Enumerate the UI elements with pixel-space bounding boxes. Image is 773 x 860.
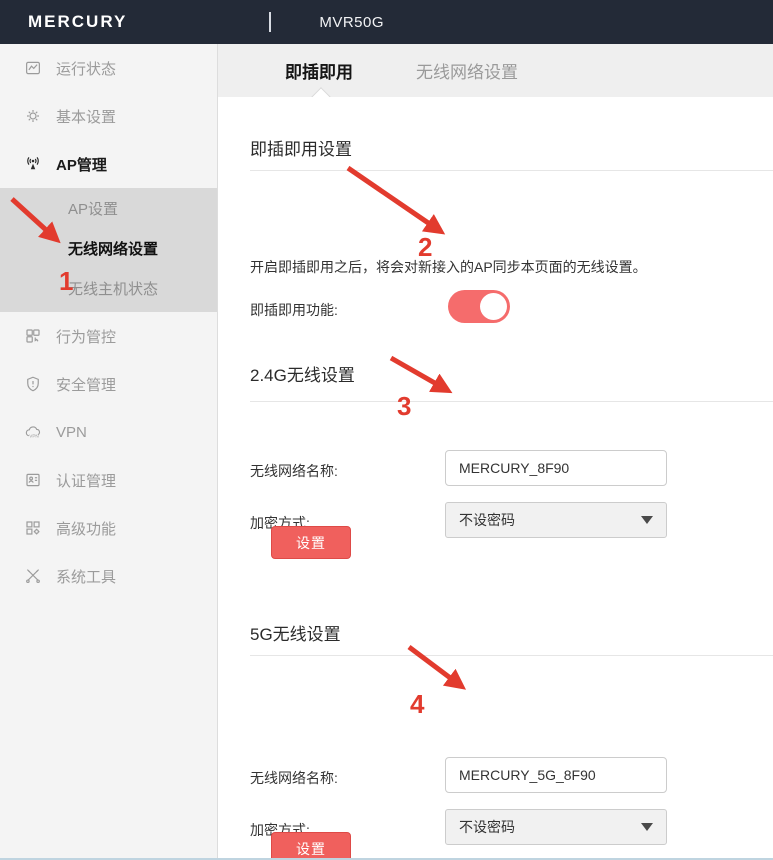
sidebar-item-running-status[interactable]: 运行状态: [0, 44, 217, 92]
wifi24-apply-button[interactable]: 设置: [271, 526, 351, 559]
dropdown-arrow-icon: [641, 516, 653, 524]
sidebar-item-label: VPN: [56, 424, 87, 441]
sidebar: 运行状态 基本设置 AP管理 AP设置 无线网络设置 无线主机状态 行为管控: [0, 44, 218, 858]
sidebar-item-system-tools[interactable]: 系统工具: [0, 552, 217, 600]
behavior-icon: [24, 327, 42, 345]
submenu-item-ap-settings[interactable]: AP设置: [0, 190, 217, 230]
plug-play-toggle[interactable]: [448, 290, 510, 323]
auth-card-icon: [24, 471, 42, 489]
sidebar-item-label: AP管理: [56, 154, 107, 175]
sidebar-item-ap-management[interactable]: AP管理: [0, 140, 217, 188]
content-area: 即插即用设置 开启即插即用之后，将会对新接入的AP同步本页面的无线设置。 即插即…: [218, 97, 773, 858]
ap-signal-icon: [24, 155, 42, 173]
sidebar-item-security-management[interactable]: 安全管理: [0, 360, 217, 408]
topbar: MERCURY MVR50G: [0, 0, 773, 44]
tab-bar: 即插即用 无线网络设置: [218, 44, 773, 97]
wifi5-ssid-input[interactable]: [445, 757, 667, 793]
tab-wireless-network-settings[interactable]: 无线网络设置: [416, 58, 518, 83]
advanced-icon: [24, 519, 42, 537]
wifi5-section-title: 5G无线设置: [250, 620, 341, 645]
submenu-item-wireless-host-status[interactable]: 无线主机状态: [0, 270, 217, 310]
status-chart-icon: [24, 59, 42, 77]
sidebar-item-advanced-features[interactable]: 高级功能: [0, 504, 217, 552]
wifi5-encryption-select[interactable]: 不设密码: [445, 809, 667, 845]
sidebar-item-behavior-control[interactable]: 行为管控: [0, 312, 217, 360]
router-admin-page: MERCURY MVR50G 运行状态 基本设置 AP管理 AP设置 无线网络设…: [0, 0, 773, 860]
sidebar-item-label: 安全管理: [56, 374, 116, 395]
svg-text:VPN: VPN: [29, 434, 39, 439]
tools-icon: [24, 567, 42, 585]
dropdown-arrow-icon: [641, 823, 653, 831]
selected-option: 不设密码: [459, 510, 515, 530]
wifi24-section-title: 2.4G无线设置: [250, 361, 355, 386]
wifi24-name-label: 无线网络名称:: [250, 461, 338, 481]
plug-toggle-label: 即插即用功能:: [250, 300, 338, 320]
wifi5-name-label: 无线网络名称:: [250, 768, 338, 788]
sidebar-item-auth-management[interactable]: 认证管理: [0, 456, 217, 504]
model-name: MVR50G: [319, 14, 384, 31]
main-panel: 即插即用 无线网络设置 即插即用设置 开启即插即用之后，将会对新接入的AP同步本…: [218, 44, 773, 858]
topbar-divider: [269, 12, 271, 32]
plug-section-title: 即插即用设置: [250, 135, 352, 160]
sidebar-item-label: 行为管控: [56, 326, 116, 347]
mercury-logo: MERCURY: [28, 12, 127, 32]
sidebar-item-label: 认证管理: [56, 470, 116, 491]
vpn-cloud-icon: VPN: [24, 423, 42, 441]
ap-submenu: AP设置 无线网络设置 无线主机状态: [0, 188, 217, 312]
shield-icon: [24, 375, 42, 393]
sidebar-item-label: 基本设置: [56, 106, 116, 127]
sidebar-item-label: 高级功能: [56, 518, 116, 539]
divider: [250, 401, 773, 402]
gear-icon: [24, 107, 42, 125]
submenu-item-wireless-network-settings[interactable]: 无线网络设置: [0, 230, 217, 270]
wifi5-apply-button[interactable]: 设置: [271, 832, 351, 860]
wifi24-encryption-select[interactable]: 不设密码: [445, 502, 667, 538]
divider: [250, 170, 773, 171]
sidebar-item-vpn[interactable]: VPN VPN: [0, 408, 217, 456]
sidebar-item-label: 系统工具: [56, 566, 116, 587]
selected-option: 不设密码: [459, 817, 515, 837]
divider: [250, 655, 773, 656]
wifi24-ssid-input[interactable]: [445, 450, 667, 486]
toggle-knob: [480, 293, 507, 320]
sidebar-item-label: 运行状态: [56, 58, 116, 79]
tab-plug-and-play[interactable]: 即插即用: [285, 58, 353, 83]
sidebar-item-basic-settings[interactable]: 基本设置: [0, 92, 217, 140]
plug-description: 开启即插即用之后，将会对新接入的AP同步本页面的无线设置。: [250, 257, 647, 277]
